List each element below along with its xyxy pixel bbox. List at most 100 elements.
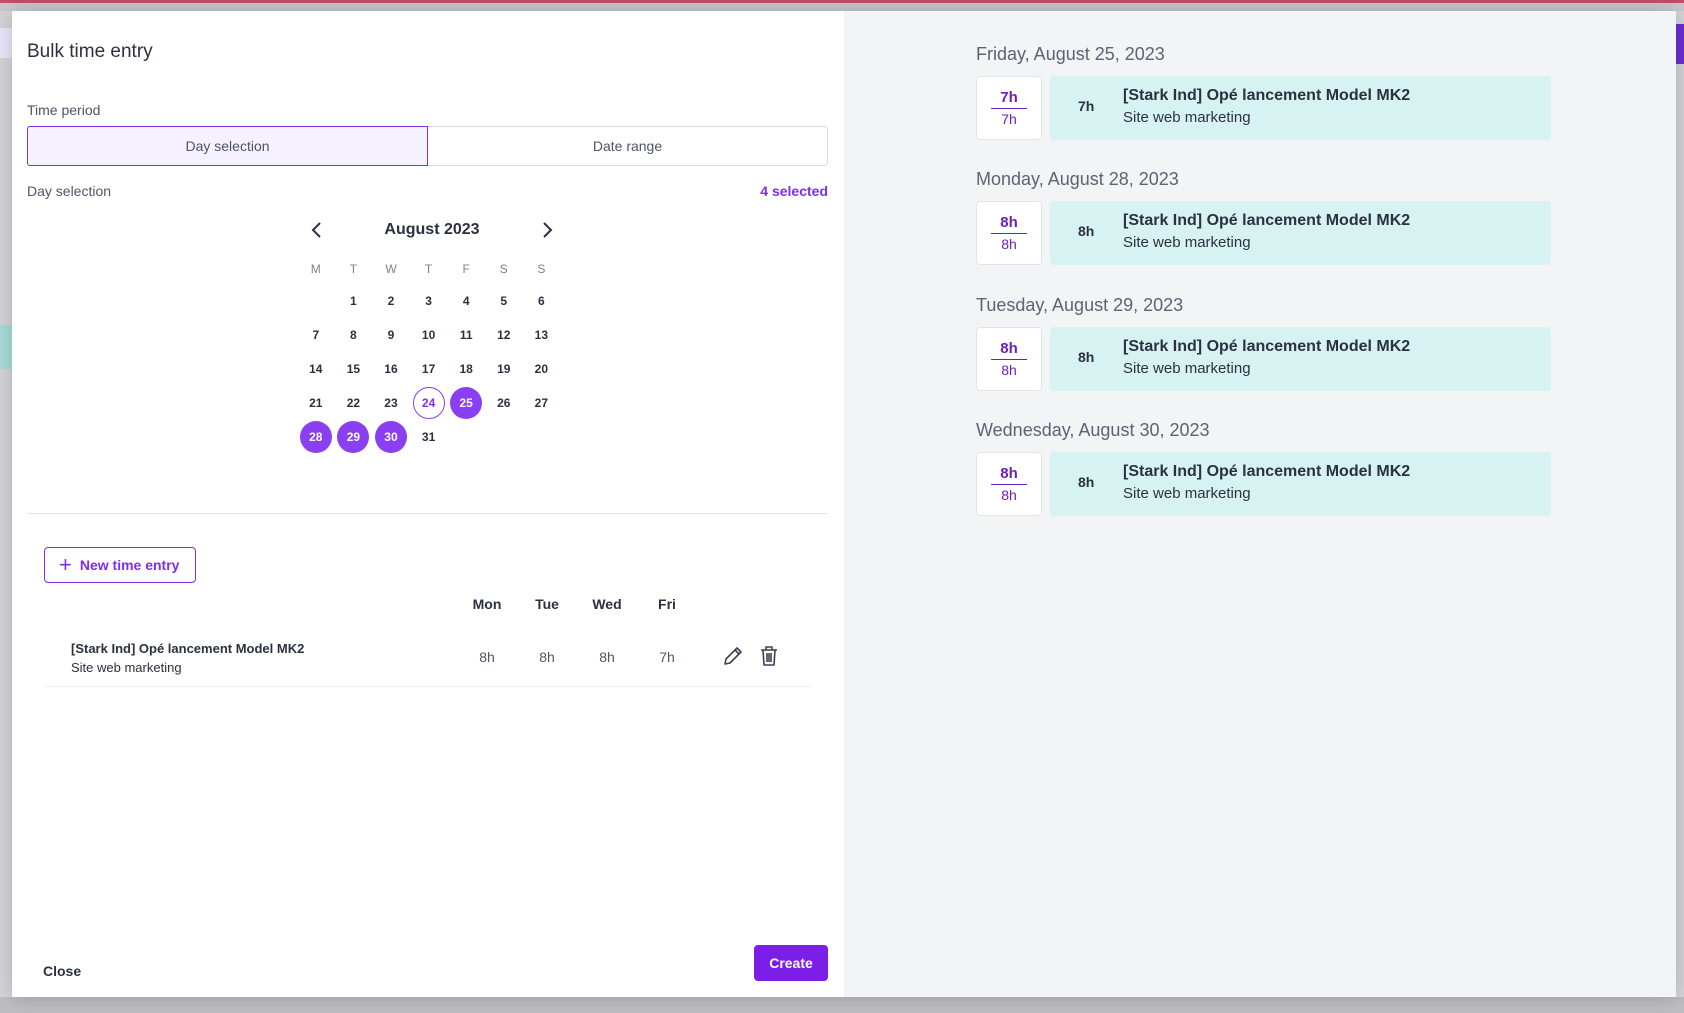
weekday-label: W [385, 262, 397, 276]
calendar-day-number: 7 [312, 328, 320, 342]
preview-day: Wednesday, August 30, 2023 8h 8h 8h [Sta… [976, 420, 1551, 516]
calendar-day-number: 24 [412, 387, 445, 419]
calendar-day-number: 27 [534, 396, 549, 410]
calendar-day[interactable]: 27 [523, 386, 561, 420]
entry-hours-cell: 7h [659, 649, 675, 665]
entry-hours-cell: 8h [479, 649, 495, 665]
preview-entry-card[interactable]: 8h [Stark Ind] Opé lancement Model MK2 S… [1050, 327, 1551, 391]
preview-day: Monday, August 28, 2023 8h 8h 8h [Stark … [976, 169, 1551, 265]
calendar-day[interactable]: 6 [523, 284, 561, 318]
time-period-label: Time period [27, 102, 101, 118]
background-sidebar [0, 11, 12, 1013]
weekday-label: F [462, 262, 470, 276]
pencil-icon[interactable] [720, 643, 746, 669]
calendar-day-number: 23 [384, 396, 398, 410]
day-total-hours: 8h [991, 465, 1027, 485]
modal-title: Bulk time entry [27, 41, 153, 62]
day-hours-summary: 8h 8h [976, 327, 1042, 391]
chevron-left-icon[interactable] [305, 214, 329, 246]
calendar-day[interactable]: 16 [372, 352, 410, 386]
create-button[interactable]: Create [754, 945, 828, 981]
entry-task: Site web marketing [71, 660, 182, 675]
calendar-day[interactable]: 31 [410, 420, 448, 454]
calendar-month: August 2023 [384, 221, 480, 238]
preview-entry-card[interactable]: 8h [Stark Ind] Opé lancement Model MK2 S… [1050, 201, 1551, 265]
form-pane: Bulk time entry Time period Day selectio… [12, 11, 844, 997]
calendar-day[interactable]: 15 [335, 352, 373, 386]
calendar-day[interactable]: 10 [410, 318, 448, 352]
background-header-button [1676, 24, 1684, 64]
calendar-day[interactable]: 11 [447, 318, 485, 352]
calendar-day[interactable]: 17 [410, 352, 448, 386]
calendar-day[interactable]: 26 [485, 386, 523, 420]
calendar-day[interactable]: 13 [523, 318, 561, 352]
calendar-day[interactable]: 3 [410, 284, 448, 318]
preview-pane: Friday, August 25, 2023 7h 7h 7h [Stark … [844, 11, 1676, 997]
card-task: Site web marketing [1123, 234, 1251, 251]
entry-hours-cell: 8h [539, 649, 555, 665]
column-header: Tue [535, 596, 559, 612]
calendar-day[interactable]: 8 [335, 318, 373, 352]
entry-project: [Stark Ind] Opé lancement Model MK2 [71, 641, 305, 656]
preview-entry-card[interactable]: 7h [Stark Ind] Opé lancement Model MK2 S… [1050, 76, 1551, 140]
day-selection-label: Day selection [27, 183, 112, 199]
calendar-day[interactable]: 14 [297, 352, 335, 386]
calendar-day[interactable]: 29 [335, 420, 373, 454]
tab-date-range[interactable]: Date range [428, 127, 827, 165]
calendar-day[interactable]: 19 [485, 352, 523, 386]
calendar-day[interactable]: 22 [335, 386, 373, 420]
calendar-day-number: 8 [350, 328, 357, 342]
calendar-day-number: 31 [421, 430, 436, 444]
calendar-day[interactable]: 5 [485, 284, 523, 318]
card-project: [Stark Ind] Opé lancement Model MK2 [1123, 87, 1411, 104]
calendar-day-number: 30 [374, 421, 407, 453]
calendar-day[interactable]: 4 [447, 284, 485, 318]
calendar-day[interactable]: 20 [523, 352, 561, 386]
preview-date: Friday, August 25, 2023 [976, 44, 1165, 64]
calendar-day-number: 5 [500, 294, 508, 308]
weekday-label: S [499, 262, 508, 276]
calendar-day[interactable]: 30 [372, 420, 410, 454]
calendar-header: August 2023 [297, 214, 567, 246]
chevron-right-icon[interactable] [535, 214, 559, 246]
calendar-day-number: 18 [459, 362, 473, 376]
tab-day-selection[interactable]: Day selection [27, 126, 428, 166]
calendar-day[interactable]: 18 [447, 352, 485, 386]
column-header: Fri [658, 596, 676, 612]
calendar-day-number: 19 [497, 362, 511, 376]
calendar-day-number: 16 [384, 362, 398, 376]
background-footer [0, 997, 1684, 1013]
calendar-day-number: 1 [350, 294, 357, 308]
card-task: Site web marketing [1123, 360, 1251, 377]
calendar-day-number: 21 [309, 396, 323, 410]
preview-entry-card[interactable]: 8h [Stark Ind] Opé lancement Model MK2 S… [1050, 452, 1551, 516]
calendar: August 2023 M T W T F S S 1 2 3 4 5 6 7 8 9 10 11 12 13 14 15… [297, 214, 567, 454]
weekday-label: S [537, 262, 546, 276]
day-capacity-hours: 8h [1001, 487, 1017, 503]
preview-date: Monday, August 28, 2023 [976, 169, 1179, 189]
calendar-day-number: 20 [534, 362, 549, 376]
calendar-day[interactable]: 24 [410, 386, 448, 420]
preview-date: Tuesday, August 29, 2023 [976, 295, 1184, 315]
trash-icon[interactable] [756, 643, 782, 669]
plus-icon: + [59, 552, 72, 577]
calendar-day[interactable]: 28 [297, 420, 335, 454]
background-sidebar-logo [0, 28, 12, 58]
calendar-day[interactable]: 12 [485, 318, 523, 352]
calendar-day[interactable]: 25 [447, 386, 485, 420]
background-sidebar-active [0, 325, 12, 369]
calendar-day[interactable]: 9 [372, 318, 410, 352]
day-capacity-hours: 7h [1001, 111, 1017, 127]
calendar-day[interactable]: 7 [297, 318, 335, 352]
calendar-empty-cell [297, 284, 335, 318]
calendar-day[interactable]: 21 [297, 386, 335, 420]
background-right-edge [1676, 11, 1684, 1013]
calendar-day[interactable]: 1 [335, 284, 373, 318]
close-button[interactable]: Close [43, 963, 81, 979]
calendar-day[interactable]: 2 [372, 284, 410, 318]
calendar-day-number: 13 [534, 328, 549, 342]
new-time-entry-button[interactable]: + New time entry [44, 547, 197, 583]
calendar-day[interactable]: 23 [372, 386, 410, 420]
weekday-label: M [310, 262, 321, 276]
day-total-hours: 7h [991, 89, 1027, 109]
